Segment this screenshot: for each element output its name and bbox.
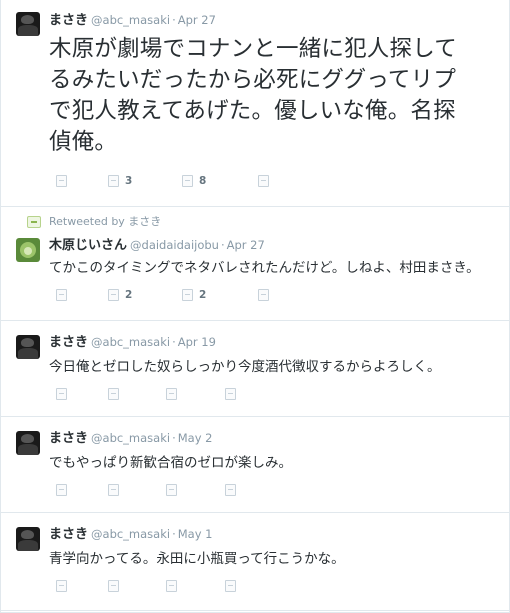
more-button[interactable]: [225, 580, 236, 592]
favorite-icon: [182, 175, 193, 187]
timestamp[interactable]: May 2: [178, 431, 213, 445]
retweet-icon: [108, 289, 119, 301]
tweet-item[interactable]: まさき @abc_masaki · May 2 でもやっぱり新歓合宿のゼロが楽しみ。: [1, 417, 509, 513]
username[interactable]: @abc_masaki: [91, 431, 170, 445]
tweet-header: まさき @abc_masaki · May 1: [49, 526, 212, 543]
more-button[interactable]: [258, 175, 269, 187]
display-name[interactable]: まさき: [49, 335, 88, 350]
retweeted-by[interactable]: Retweeted by まさき: [49, 215, 161, 229]
timestamp[interactable]: May 1: [178, 527, 213, 541]
favorite-icon: [182, 289, 193, 301]
display-name[interactable]: まさき: [49, 13, 88, 28]
favorite-button[interactable]: 8: [182, 175, 206, 187]
tweet-item[interactable]: まさき @abc_masaki · Apr 19 今日俺とゼロした奴らしっかり今度酒代…: [1, 321, 509, 417]
tweet-header: 木原じいさん @daidaidaijobu · Apr 27: [49, 237, 265, 254]
retweet-icon: [108, 175, 119, 187]
reply-icon: [56, 289, 67, 301]
more-button[interactable]: [258, 289, 269, 301]
timestamp[interactable]: Apr 19: [178, 335, 216, 349]
username[interactable]: @abc_masaki: [91, 527, 170, 541]
retweet-button[interactable]: [108, 484, 119, 496]
more-icon: [258, 175, 269, 187]
avatar[interactable]: [16, 431, 40, 455]
favorite-icon: [166, 388, 177, 400]
favorite-button[interactable]: [166, 484, 177, 496]
avatar[interactable]: [16, 238, 40, 262]
tweet-text-line: 木原が劇場でコナンと一緒に犯人探して: [49, 36, 457, 62]
avatar[interactable]: [16, 527, 40, 551]
retweet-button[interactable]: 3: [108, 175, 132, 187]
reply-button[interactable]: [56, 289, 73, 301]
retweet-button[interactable]: [108, 388, 119, 400]
favorite-button[interactable]: 2: [182, 289, 206, 301]
favorite-icon: [166, 580, 177, 592]
reply-button[interactable]: [56, 388, 67, 400]
more-icon: [225, 388, 236, 400]
retweet-count: 3: [125, 175, 133, 187]
username[interactable]: @abc_masaki: [91, 335, 170, 349]
tweet-text: 今日俺とゼロした奴らしっかり今度酒代徴収するからよろしく。: [49, 359, 441, 375]
separator: ·: [220, 238, 225, 252]
retweet-icon: [108, 388, 119, 400]
more-icon: [225, 580, 236, 592]
tweet-text: 青学向かってる。永田に小瓶買って行こうかな。: [49, 551, 345, 567]
tweet-text: 木原が劇場でコナンと一緒に犯人探して るみたいだったから必死にググってリプ で犯…: [49, 34, 504, 158]
favorite-icon: [166, 484, 177, 496]
reply-icon: [56, 175, 67, 187]
tweet-timeline: まさき @abc_masaki · Apr 27 木原が劇場でコナンと一緒に犯人探して…: [0, 0, 510, 613]
tweet-text-line: 偵俺。: [49, 129, 118, 155]
tweet-item[interactable]: Retweeted by まさき 木原じいさん @daidaidaijobu · Ap…: [1, 207, 509, 321]
reply-button[interactable]: [56, 580, 67, 592]
tweet-item[interactable]: まさき @abc_masaki · Apr 27 木原が劇場でコナンと一緒に犯人探して…: [1, 0, 509, 207]
display-name[interactable]: まさき: [49, 431, 88, 446]
timestamp[interactable]: Apr 27: [227, 238, 265, 252]
retweet-button[interactable]: [108, 580, 119, 592]
retweet-icon: [27, 216, 41, 228]
more-button[interactable]: [225, 484, 236, 496]
reply-button[interactable]: [56, 175, 73, 187]
tweet-text-line: るみたいだったから必死にググってリプ: [49, 67, 457, 93]
favorite-button[interactable]: [166, 388, 177, 400]
tweet-item[interactable]: まさき @abc_masaki · May 1 青学向かってる。永田に小瓶買って行こう…: [1, 513, 509, 611]
reply-icon: [56, 484, 67, 496]
timestamp[interactable]: Apr 27: [178, 13, 216, 27]
username[interactable]: @daidaidaijobu: [130, 238, 219, 252]
tweet-header: まさき @abc_masaki · May 2: [49, 430, 212, 447]
tweet-text-line: で犯人教えてあげた。優しいな俺。名探: [49, 98, 456, 124]
more-icon: [258, 289, 269, 301]
more-button[interactable]: [225, 388, 236, 400]
separator: ·: [172, 527, 176, 541]
retweet-icon: [108, 484, 119, 496]
retweet-count: 2: [125, 289, 133, 301]
reply-icon: [56, 580, 67, 592]
tweet-header: まさき @abc_masaki · Apr 27: [49, 12, 216, 29]
more-icon: [225, 484, 236, 496]
reply-button[interactable]: [56, 484, 67, 496]
tweet-text: てかこのタイミングでネタバレされたんだけど。しねよ、村田まさき。: [49, 260, 480, 276]
display-name[interactable]: まさき: [49, 527, 88, 542]
favorite-button[interactable]: [166, 580, 177, 592]
display-name[interactable]: 木原じいさん: [49, 238, 127, 253]
avatar[interactable]: [16, 335, 40, 359]
favorite-count: 8: [199, 175, 207, 187]
retweet-icon: [108, 580, 119, 592]
separator: ·: [172, 431, 176, 445]
tweet-text: でもやっぱり新歓合宿のゼロが楽しみ。: [49, 455, 292, 471]
separator: ·: [172, 335, 176, 349]
separator: ·: [172, 13, 176, 27]
username[interactable]: @abc_masaki: [91, 13, 170, 27]
favorite-count: 2: [199, 289, 207, 301]
avatar[interactable]: [16, 12, 40, 36]
tweet-header: まさき @abc_masaki · Apr 19: [49, 334, 216, 351]
reply-icon: [56, 388, 67, 400]
retweet-button[interactable]: 2: [108, 289, 132, 301]
